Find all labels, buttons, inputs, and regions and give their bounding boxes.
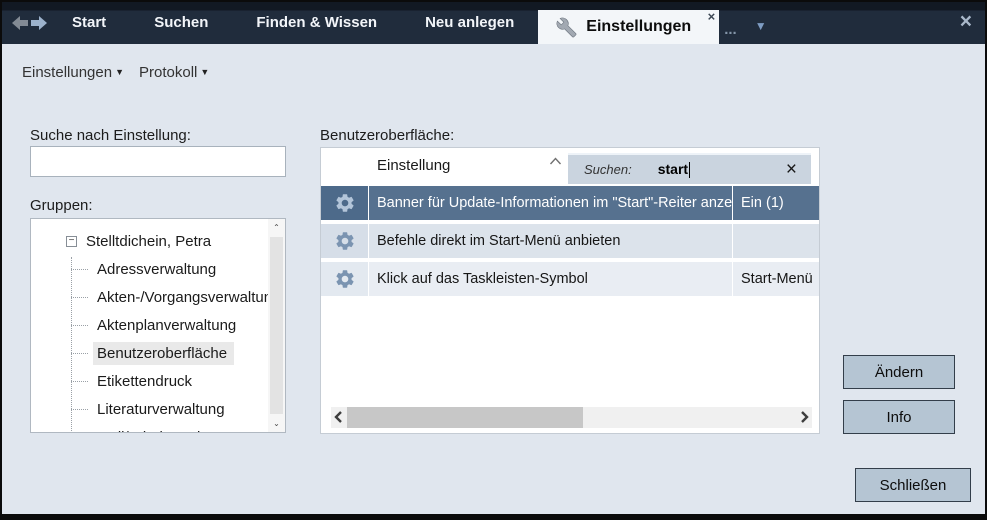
active-tab-label: Einstellungen <box>586 10 691 44</box>
aendern-button[interactable]: Ändern <box>843 355 955 389</box>
tree-item-akten-vorgangsverwaltung[interactable]: Akten-/Vorgangsverwaltung <box>31 283 267 311</box>
tree-item-label-selected: Benutzeroberfläche <box>93 342 234 365</box>
gear-icon <box>334 192 356 214</box>
tree-item-label: Etikettendruck <box>93 370 199 393</box>
forward-arrow-icon[interactable] <box>31 16 47 30</box>
tree-item-label: Akten-/Vorgangsverwaltung <box>93 286 286 309</box>
menu-protokoll[interactable]: Protokoll▼ <box>139 64 209 81</box>
setting-value: Ein (1) <box>733 186 819 220</box>
scrollbar-thumb[interactable] <box>347 407 583 428</box>
tab-start[interactable]: Start <box>48 2 130 44</box>
tree-item-label: Aktenplanverwaltung <box>93 314 243 337</box>
scroll-up-icon[interactable]: ⌃ <box>268 223 285 232</box>
app-window: Start Suchen Finden & Wissen Neu anlegen… <box>0 0 987 520</box>
tree-item-root[interactable]: − Stelltdichein, Petra <box>31 227 267 255</box>
groups-tree: − Stelltdichein, Petra Adressverwaltung … <box>30 218 286 433</box>
tree-item-etikettendruck[interactable]: Etikettendruck <box>31 367 267 395</box>
text-cursor <box>689 162 690 178</box>
tree-root-label: Stelltdichein, Petra <box>82 230 218 253</box>
grid-search-value[interactable]: start <box>658 161 690 178</box>
grid-search-close-icon[interactable]: × <box>786 161 797 179</box>
tree-item-mail-wiedervorlage[interactable]: Mail/Wiedervorlage <box>31 423 267 433</box>
grid-row-banner-update[interactable]: Banner für Update-Informationen im "Star… <box>321 186 819 220</box>
menu-protokoll-label: Protokoll <box>139 64 197 81</box>
tree-connector-line <box>71 257 72 433</box>
tree-item-label: Mail/Wiedervorlage <box>93 426 232 434</box>
setting-value: Start-Menü <box>733 262 819 296</box>
grid-horizontal-scrollbar[interactable] <box>331 407 812 428</box>
setting-name: Befehle direkt im Start-Menü anbieten <box>369 224 733 258</box>
back-arrow-icon[interactable] <box>12 16 28 30</box>
tab-list-dropdown-icon[interactable]: ▼ <box>755 14 767 44</box>
info-button[interactable]: Info <box>843 400 955 434</box>
window-close-icon[interactable]: × <box>960 2 972 44</box>
tree-item-adressverwaltung[interactable]: Adressverwaltung <box>31 255 267 283</box>
gear-icon <box>334 230 356 252</box>
tree-item-label: Literaturverwaltung <box>93 398 232 421</box>
menu-einstellungen[interactable]: Einstellungen▼ <box>22 64 124 81</box>
tree-item-aktenplanverwaltung[interactable]: Aktenplanverwaltung <box>31 311 267 339</box>
tab-bar: Start Suchen Finden & Wissen Neu anlegen… <box>2 2 985 44</box>
grid-search-box[interactable]: Suchen: start × <box>568 153 811 184</box>
tab-close-icon[interactable]: × <box>708 10 716 24</box>
groups-label: Gruppen: <box>30 197 93 214</box>
grid-search-label: Suchen: <box>584 162 632 177</box>
menu-einstellungen-label: Einstellungen <box>22 64 112 81</box>
chevron-down-icon: ▼ <box>200 67 209 77</box>
benutzeroberflaeche-title: Benutzeroberfläche: <box>320 127 454 144</box>
content-area: Einstellungen▼ Protokoll▼ Suche nach Ein… <box>2 44 985 514</box>
tree-item-label: Adressverwaltung <box>93 258 223 281</box>
setting-name: Klick auf das Taskleisten-Symbol <box>369 262 733 296</box>
column-header-einstellung[interactable]: Einstellung <box>377 148 450 184</box>
grid-row-befehle-startmenu[interactable]: Befehle direkt im Start-Menü anbieten <box>321 224 819 258</box>
row-icon-cell <box>321 224 369 258</box>
search-setting-label: Suche nach Einstellung: <box>30 127 191 144</box>
tab-suchen[interactable]: Suchen <box>130 2 232 44</box>
tab-finden-wissen[interactable]: Finden & Wissen <box>232 2 401 44</box>
setting-name: Banner für Update-Informationen im "Star… <box>369 186 733 220</box>
tree-item-benutzeroberflaeche[interactable]: Benutzeroberfläche <box>31 339 267 367</box>
schliessen-button[interactable]: Schließen <box>855 468 971 502</box>
tab-neu-anlegen[interactable]: Neu anlegen <box>401 2 538 44</box>
row-icon-cell <box>321 262 369 296</box>
row-icon-cell <box>321 186 369 220</box>
tree-scrollbar[interactable]: ⌃ ⌄ <box>268 219 285 432</box>
grid-search-text: start <box>658 161 688 177</box>
tree-item-literaturverwaltung[interactable]: Literaturverwaltung <box>31 395 267 423</box>
sort-ascending-icon <box>549 157 562 166</box>
collapse-icon[interactable]: − <box>66 236 77 247</box>
settings-grid: Einstellung Suchen: start × Banner für U… <box>320 147 820 434</box>
wrench-icon <box>556 17 577 38</box>
grid-header[interactable]: Einstellung Suchen: start × <box>321 148 819 185</box>
tab-overflow-dots: ... <box>724 20 737 44</box>
gear-icon <box>334 268 356 290</box>
chevron-down-icon: ▼ <box>115 67 124 77</box>
tree-scrollbar-thumb[interactable] <box>270 237 283 414</box>
tab-einstellungen-active[interactable]: Einstellungen × <box>538 10 719 44</box>
setting-value <box>733 224 819 258</box>
scroll-right-icon[interactable] <box>800 410 810 424</box>
nav-arrows <box>2 2 48 44</box>
grid-row-taskleisten-symbol[interactable]: Klick auf das Taskleisten-Symbol Start-M… <box>321 262 819 296</box>
scroll-down-icon[interactable]: ⌄ <box>268 419 285 428</box>
scroll-left-icon[interactable] <box>333 410 343 424</box>
search-setting-input[interactable] <box>30 146 286 177</box>
